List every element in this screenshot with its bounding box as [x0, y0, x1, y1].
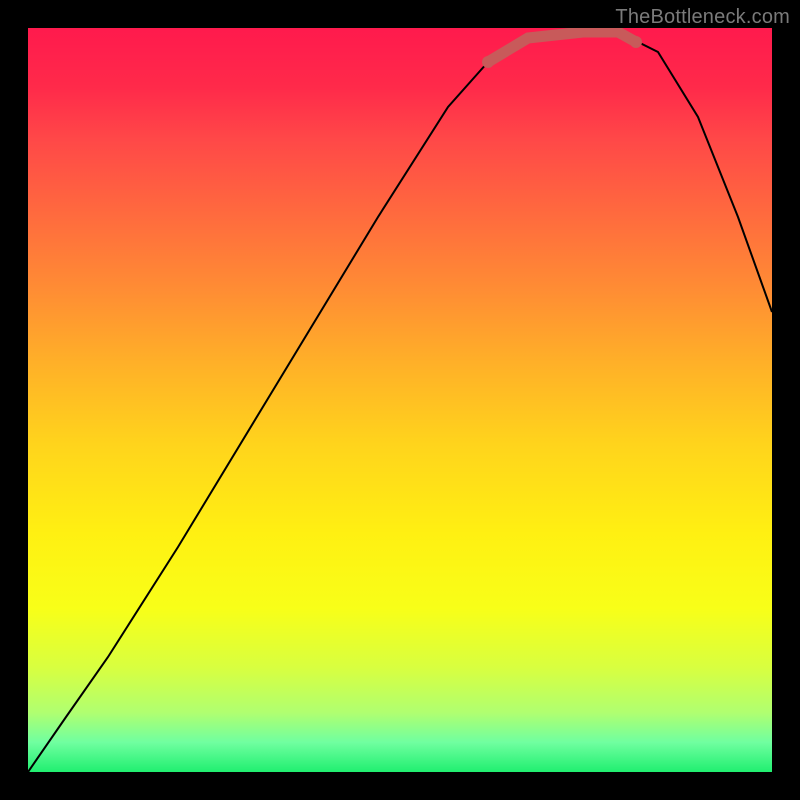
- watermark-text: TheBottleneck.com: [615, 6, 790, 29]
- chart-plot-area: [28, 28, 772, 772]
- optimal-range-end-dot: [630, 36, 642, 48]
- optimal-range-start-dot: [482, 56, 494, 68]
- optimal-range-segment: [488, 32, 636, 62]
- bottleneck-curve: [28, 32, 772, 772]
- chart-svg: [28, 28, 772, 772]
